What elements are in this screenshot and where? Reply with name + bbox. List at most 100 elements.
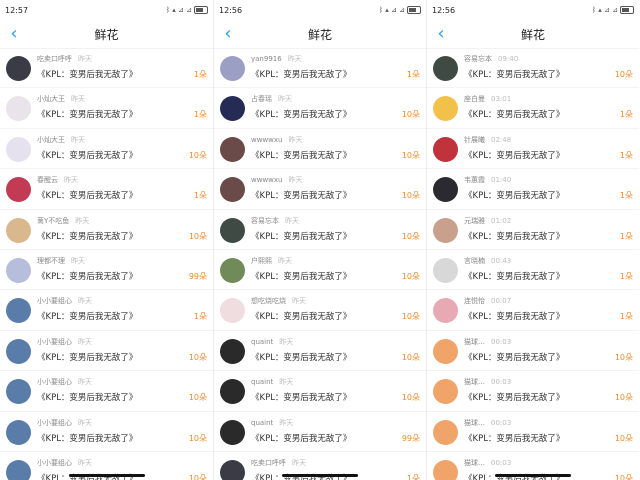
avatar[interactable] <box>433 217 458 243</box>
book-title[interactable]: 《KPL：变男后我无敌了》 <box>464 351 564 363</box>
book-title[interactable]: 《KPL：变男后我无敌了》 <box>251 108 351 120</box>
sender-name[interactable]: 言晓楠 <box>464 257 485 265</box>
sender-name[interactable]: yan9916 <box>251 55 282 63</box>
back-button[interactable]: ‹ <box>218 22 238 46</box>
book-title[interactable]: 《KPL：变男后我无敌了》 <box>464 310 564 322</box>
book-title[interactable]: 《KPL：变男后我无敌了》 <box>464 432 564 444</box>
avatar[interactable] <box>6 379 31 405</box>
avatar[interactable] <box>220 298 245 324</box>
avatar[interactable] <box>433 459 458 480</box>
book-title[interactable]: 《KPL：变男后我无敌了》 <box>251 391 351 403</box>
list-item[interactable]: 连悦怡 00:07 《KPL：变男后我无敌了》 1朵 <box>427 290 639 331</box>
book-title[interactable]: 《KPL：变男后我无敌了》 <box>464 149 564 161</box>
avatar[interactable] <box>6 56 31 81</box>
list-item[interactable]: wwwwxu 昨天 《KPL：变男后我无敌了》 10朵 <box>214 129 426 170</box>
sender-name[interactable]: 猫球… <box>464 459 485 467</box>
avatar[interactable] <box>220 96 245 122</box>
sender-name[interactable]: 小小要组心 <box>37 419 72 427</box>
sender-name[interactable]: 小小要组心 <box>37 338 72 346</box>
list-item[interactable]: 小小要组心 昨天 《KPL：变男后我无敌了》 1朵 <box>0 290 213 331</box>
list-item[interactable]: 韦蕙霞 01:40 《KPL：变男后我无敌了》 1朵 <box>427 169 639 210</box>
book-title[interactable]: 《KPL：变男后我无敌了》 <box>464 108 564 120</box>
book-title[interactable]: 《KPL：变男后我无敌了》 <box>464 230 564 242</box>
sender-name[interactable]: 小小要组心 <box>37 459 72 467</box>
avatar[interactable] <box>433 298 458 324</box>
avatar[interactable] <box>220 459 245 480</box>
book-title[interactable]: 《KPL：变男后我无敌了》 <box>251 310 351 322</box>
book-title[interactable]: 《KPL：变男后我无敌了》 <box>37 391 137 403</box>
list-item[interactable]: 座白曼 03:01 《KPL：变男后我无敌了》 1朵 <box>427 88 639 129</box>
list-item[interactable]: 容易忘本 09:40 《KPL：变男后我无敌了》 10朵 <box>427 48 639 89</box>
book-title[interactable]: 《KPL：变男后我无敌了》 <box>251 351 351 363</box>
list-item[interactable]: 元瑞雅 01:02 《KPL：变男后我无敌了》 1朵 <box>427 210 639 250</box>
book-title[interactable]: 《KPL：变男后我无敌了》 <box>464 391 564 403</box>
back-button[interactable]: ‹ <box>431 22 451 46</box>
list-item[interactable]: yan9916 昨天 《KPL：变男后我无敌了》 1朵 <box>214 48 426 89</box>
list-item[interactable]: 言晓楠 00:43 《KPL：变男后我无敌了》 1朵 <box>427 250 639 291</box>
book-title[interactable]: 《KPL：变男后我无敌了》 <box>37 108 137 120</box>
list-item[interactable]: 小小要组心昨天《KPL：变男后我无敌了》 10朵 <box>0 412 213 452</box>
sender-name[interactable]: 蓠Y不吃鱼 <box>37 217 69 225</box>
list-item[interactable]: 春醒云 昨天 《KPL：变男后我无敌了》 1朵 <box>0 169 213 210</box>
book-title[interactable]: 《KPL：变男后我无敌了》 <box>251 189 351 201</box>
sender-name[interactable]: 小小要组心 <box>37 378 72 386</box>
sender-name[interactable]: 元瑞雅 <box>464 217 485 225</box>
avatar[interactable] <box>6 217 31 243</box>
avatar[interactable] <box>6 459 31 480</box>
list-item[interactable]: 小小要组心昨天《KPL：变男后我无敌了》 10朵 <box>0 371 213 412</box>
book-title[interactable]: 《KPL：变男后我无敌了》 <box>37 270 137 282</box>
list-item[interactable]: quaint 昨天 《KPL：变男后我无敌了》 10朵 <box>214 331 426 372</box>
list-item[interactable]: 猫球… 00:03 《KPL：变男后我无敌了》 10朵 <box>427 371 639 412</box>
avatar[interactable] <box>433 419 458 445</box>
list-item[interactable]: 猫球… 00:03 《KPL：变男后我无敌了》 10朵 <box>427 331 639 372</box>
avatar[interactable] <box>6 136 31 162</box>
avatar[interactable] <box>220 257 245 283</box>
sender-name[interactable]: quaint <box>251 419 273 427</box>
list-item[interactable]: wwwwxu 昨天 《KPL：变男后我无敌了》 10朵 <box>214 169 426 210</box>
avatar[interactable] <box>220 419 245 445</box>
avatar[interactable] <box>220 136 245 162</box>
sender-name[interactable]: 连悦怡 <box>464 297 485 305</box>
list-item[interactable]: 想吃烧吃烧 昨天 《KPL：变男后我无敌了》 10朵 <box>214 290 426 331</box>
sender-name[interactable]: 容易忘本 <box>464 55 492 63</box>
back-button[interactable]: ‹ <box>4 22 24 46</box>
sender-name[interactable]: 针展曦 <box>464 136 485 144</box>
sender-name[interactable]: 吃卖口呼呼 <box>37 55 72 63</box>
book-title[interactable]: 《KPL：变男后我无敌了》 <box>37 149 137 161</box>
sender-name[interactable]: 小灿大王 <box>37 95 65 103</box>
list-item[interactable]: 小小要组心昨天《KPL：变男后我无敌了》 10朵 <box>0 331 213 372</box>
sender-name[interactable]: 猫球… <box>464 338 485 346</box>
home-indicator[interactable] <box>495 474 571 477</box>
list-item[interactable]: 户熙熙 昨天 《KPL：变男后我无敌了》 10朵 <box>214 250 426 291</box>
sender-name[interactable]: 想吃烧吃烧 <box>251 297 286 305</box>
list-item[interactable]: 吃卖口呼呼昨天《KPL：变男后我无敌了》 1朵 <box>0 48 213 89</box>
avatar[interactable] <box>220 379 245 405</box>
sender-name[interactable]: 理都不理 <box>37 257 65 265</box>
sender-name[interactable]: 猫球… <box>464 419 485 427</box>
avatar[interactable] <box>6 338 31 364</box>
avatar[interactable] <box>433 56 458 81</box>
home-indicator[interactable] <box>68 474 145 477</box>
list-item[interactable]: 针展曦 02:48 《KPL：变男后我无敌了》 1朵 <box>427 129 639 170</box>
avatar[interactable] <box>6 96 31 122</box>
avatar[interactable] <box>433 379 458 405</box>
list-item[interactable]: quaint 昨天 《KPL：变男后我无敌了》 10朵 <box>214 371 426 412</box>
avatar[interactable] <box>6 177 31 203</box>
list-item[interactable]: 理都不理 昨天 《KPL：变男后我无敌了》 99朵 <box>0 250 213 291</box>
avatar[interactable] <box>6 257 31 283</box>
avatar[interactable] <box>433 136 458 162</box>
avatar[interactable] <box>6 419 31 445</box>
avatar[interactable] <box>433 257 458 283</box>
book-title[interactable]: 《KPL：变男后我无敌了》 <box>37 432 137 444</box>
avatar[interactable] <box>220 338 245 364</box>
list-item[interactable]: 容易忘本 昨天 《KPL：变男后我无敌了》 10朵 <box>214 210 426 250</box>
book-title[interactable]: 《KPL：变男后我无敌了》 <box>37 351 137 363</box>
avatar[interactable] <box>433 96 458 122</box>
book-title[interactable]: 《KPL：变男后我无敌了》 <box>37 230 137 242</box>
avatar[interactable] <box>433 177 458 203</box>
avatar[interactable] <box>220 56 245 81</box>
sender-name[interactable]: 小灿大王 <box>37 136 65 144</box>
avatar[interactable] <box>6 298 31 324</box>
book-title[interactable]: 《KPL：变男后我无敌了》 <box>251 432 351 444</box>
list-item[interactable]: 小灿大王 昨天 《KPL：变男后我无敌了》 1朵 <box>0 88 213 129</box>
